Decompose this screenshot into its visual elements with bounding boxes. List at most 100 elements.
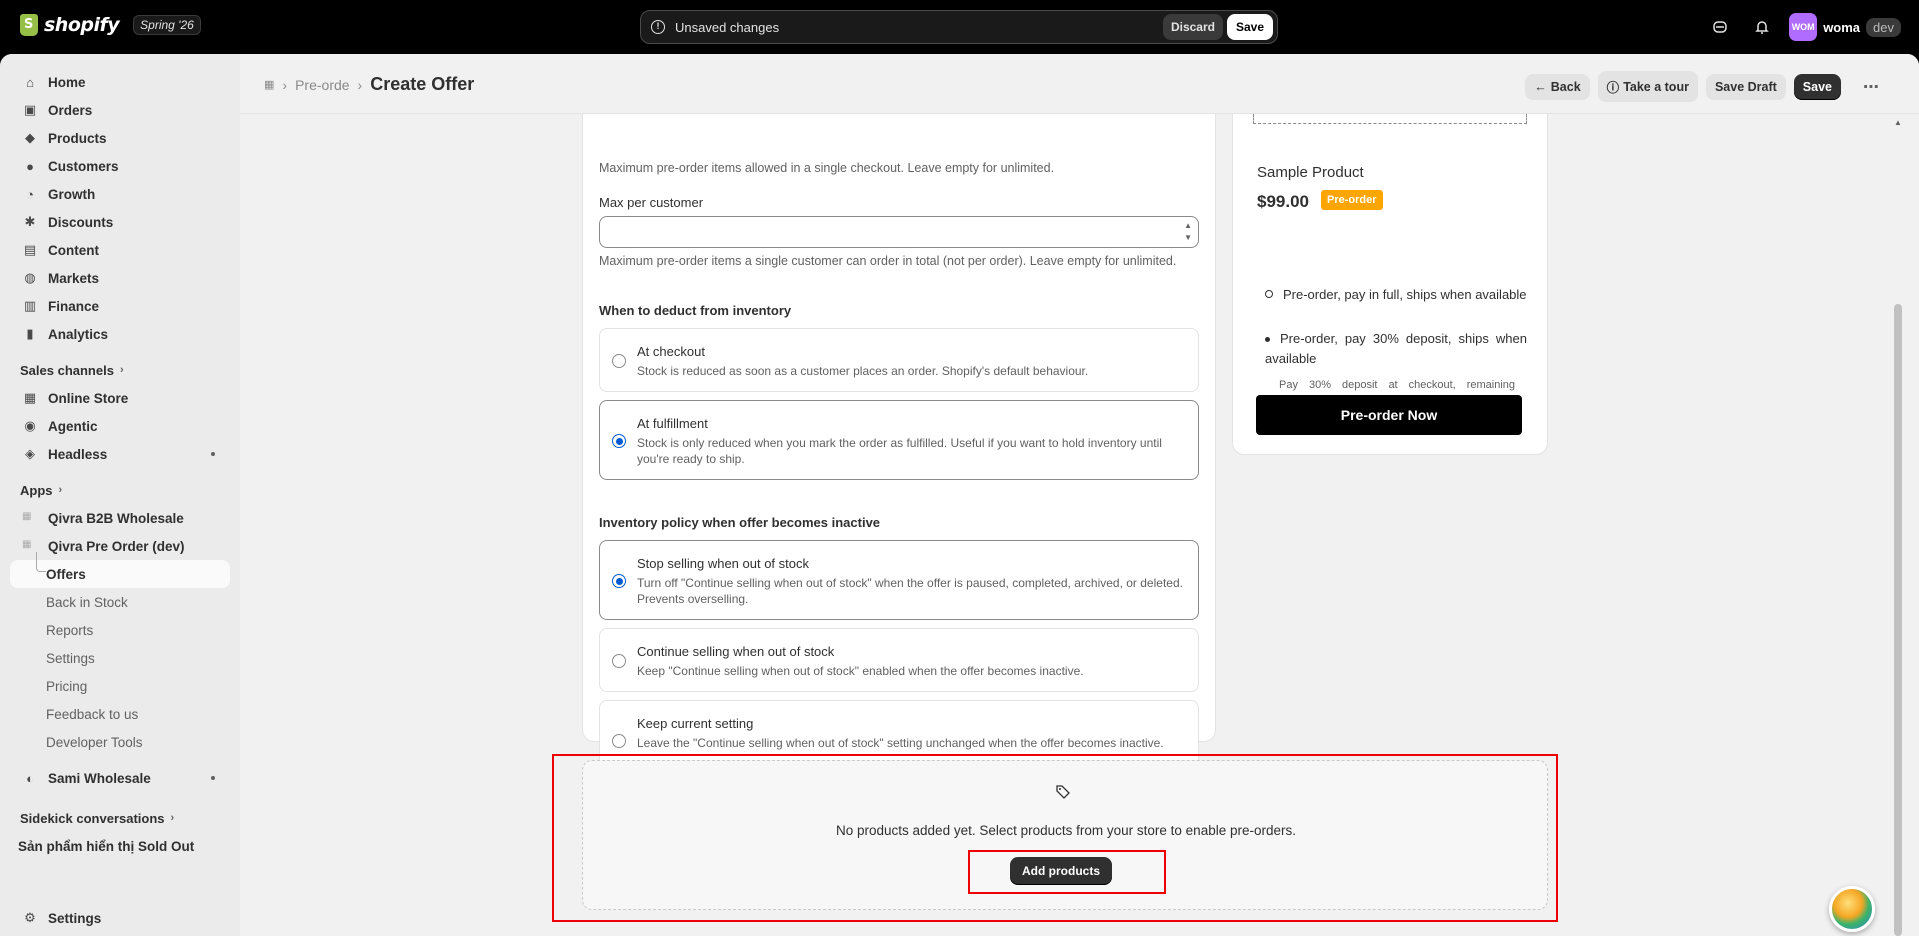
radio-stop-selling[interactable] <box>612 574 626 588</box>
store-menu[interactable]: WOM woma dev <box>1789 13 1901 41</box>
store-icon: ▦ <box>23 390 37 405</box>
discard-button[interactable]: Discard <box>1162 14 1223 40</box>
preview-option-deposit[interactable]: Pre-order, pay 30% deposit, ships when a… <box>1265 329 1527 369</box>
shopify-logo[interactable]: shopify Spring '26 <box>20 14 201 36</box>
gear-icon: ⚙ <box>24 910 36 925</box>
admin-main: ⌂ Home ▣ Orders ◆ Products ● Customers ◔ Grow… <box>0 54 1919 936</box>
radio-checkout[interactable] <box>612 354 626 368</box>
sidebar-item-agentic[interactable]: ◉ Agentic <box>0 412 240 440</box>
tag-icon <box>1056 785 1070 802</box>
sidebar-item-online-store[interactable]: ▦ Online Store <box>0 384 240 412</box>
radio-empty-icon <box>1265 290 1273 298</box>
chevron-right-icon: › <box>170 812 175 824</box>
preorder-badge: Pre-order <box>1321 190 1383 210</box>
sidebar-item-home[interactable]: ⌂ Home <box>0 68 240 96</box>
radio-fulfillment[interactable] <box>612 434 626 448</box>
shopify-bag-icon <box>20 14 38 36</box>
sidebar-item-content[interactable]: ▤ Content <box>0 236 240 264</box>
preview-option-full[interactable]: Pre-order, pay in full, ships when avail… <box>1265 285 1527 305</box>
sidebar-item-sami-wholesale[interactable]: ◐ Sami Wholesale <box>0 764 240 792</box>
sidebar-subitem-developer-tools[interactable]: Developer Tools <box>0 728 240 756</box>
app-icon: ◐ <box>26 770 34 786</box>
max-customer-helper: Maximum pre-order items a single custome… <box>599 254 1177 268</box>
sidebar-item-markets[interactable]: ◍ Markets <box>0 264 240 292</box>
save-draft-button[interactable]: Save Draft <box>1705 73 1786 100</box>
scroll-thumb[interactable] <box>1894 304 1902 936</box>
sales-channels-heading[interactable]: Sales channels › <box>0 356 240 384</box>
chevron-right-icon: › <box>119 364 124 376</box>
page-header: ▦ › Pre-orde › Create Offer ← Back ⓘ Take … <box>240 54 1919 114</box>
pin-dot <box>211 776 215 780</box>
scroll-up-arrow-icon[interactable]: ▲ <box>1894 118 1902 127</box>
sidebar-item-settings[interactable]: ⚙ Settings <box>0 904 101 932</box>
sidekick-conversation-item[interactable]: Sản phẩm hiển thị Sold Out <box>0 832 240 860</box>
sidekick-icon[interactable] <box>1705 12 1735 42</box>
content-icon: ▤ <box>23 242 37 257</box>
deduct-option-checkout[interactable]: At checkout Stock is reduced as soon as … <box>599 328 1199 392</box>
sidebar-item-qivra-b2b[interactable]: ▦ Qivra B2B Wholesale <box>0 504 240 532</box>
sidebar-subitem-reports[interactable]: Reports <box>0 616 240 644</box>
store-name: woma <box>1823 19 1861 35</box>
agentic-icon: ◉ <box>24 418 36 433</box>
max-customer-input[interactable]: ▲ ▼ <box>599 216 1199 248</box>
sidebar-subitem-settings[interactable]: Settings <box>0 644 240 672</box>
chevron-right-icon: › <box>58 484 63 496</box>
products-empty-state: No products added yet. Select products f… <box>582 760 1548 910</box>
radio-keep-current[interactable] <box>612 734 626 748</box>
avatar: WOM <box>1789 13 1818 41</box>
radio-continue-selling[interactable] <box>612 654 626 668</box>
sidebar-item-growth[interactable]: ◔ Growth <box>0 180 240 208</box>
add-products-button[interactable]: Add products <box>1010 857 1112 885</box>
sidebar-subitem-pricing[interactable]: Pricing <box>0 672 240 700</box>
inventory-policy-label: Inventory policy when offer becomes inac… <box>599 515 881 530</box>
radio-filled-icon <box>1265 337 1270 342</box>
preorder-now-button[interactable]: Pre-order Now <box>1256 395 1522 435</box>
apps-heading[interactable]: Apps › <box>0 476 240 504</box>
sidebar-item-customers[interactable]: ● Customers <box>0 152 240 180</box>
max-customer-label: Max per customer <box>599 195 704 210</box>
deduct-option-fulfillment[interactable]: At fulfillment Stock is only reduced whe… <box>599 400 1199 480</box>
app-icon: ▦ <box>22 511 32 522</box>
person-icon: ● <box>26 158 34 174</box>
edition-badge[interactable]: Spring '26 <box>133 15 201 35</box>
page-title: Create Offer <box>370 74 475 94</box>
sidebar: ⌂ Home ▣ Orders ◆ Products ● Customers ◔ Grow… <box>0 54 240 936</box>
sidebar-item-headless[interactable]: ◈ Headless <box>0 440 240 468</box>
scrollbar[interactable]: ▲ <box>1891 114 1905 936</box>
app-grid-icon[interactable]: ▦ <box>264 78 274 91</box>
more-actions-icon[interactable]: ⋯ <box>1857 77 1885 97</box>
tag-icon: ◆ <box>25 130 35 145</box>
sidebar-item-orders[interactable]: ▣ Orders <box>0 96 240 124</box>
preview-image-placeholder <box>1253 114 1527 124</box>
top-bar: shopify Spring '26 ! Unsaved changes Dis… <box>0 0 1919 54</box>
sidebar-subitem-back-in-stock[interactable]: Back in Stock <box>0 588 240 616</box>
save-button-top[interactable]: Save <box>1226 14 1273 40</box>
content-area: ▦ › Pre-orde › Create Offer ← Back ⓘ Take … <box>240 54 1919 936</box>
policy-option-continue-selling[interactable]: Continue selling when out of stock Keep … <box>599 628 1199 692</box>
deduct-inventory-label: When to deduct from inventory <box>599 303 792 318</box>
sidekick-avatar-button[interactable] <box>1829 886 1875 932</box>
save-button[interactable]: Save <box>1793 73 1841 100</box>
sidekick-conversations-heading[interactable]: Sidekick conversations › <box>0 804 240 832</box>
sidebar-subitem-feedback[interactable]: Feedback to us <box>0 700 240 728</box>
stepper-arrows-icon[interactable]: ▲ ▼ <box>1184 220 1192 244</box>
sidebar-item-finance[interactable]: ▥ Finance <box>0 292 240 320</box>
sidebar-item-products[interactable]: ◆ Products <box>0 124 240 152</box>
info-icon: ⓘ <box>1606 81 1620 95</box>
unsaved-changes-text: Unsaved changes <box>675 19 780 35</box>
policy-option-stop-selling[interactable]: Stop selling when out of stock Turn off … <box>599 540 1199 620</box>
breadcrumb-parent[interactable]: Pre-orde <box>295 77 349 93</box>
sidebar-subitem-offers[interactable]: Offers <box>10 552 230 588</box>
bell-icon[interactable] <box>1747 12 1777 42</box>
sidebar-item-analytics[interactable]: ▮ Analytics <box>0 320 240 348</box>
app-icon: ▦ <box>22 539 32 550</box>
growth-icon: ◔ <box>26 186 34 202</box>
max-checkout-helper: Maximum pre-order items allowed in a sin… <box>599 161 1055 175</box>
preview-product-name: Sample Product <box>1257 164 1364 181</box>
offer-settings-card: Maximum pre-order items allowed in a sin… <box>582 94 1216 780</box>
back-button[interactable]: ← Back <box>1525 73 1590 100</box>
unsaved-changes-bar: ! Unsaved changes Discard Save <box>640 10 1278 44</box>
tree-connector <box>36 552 46 572</box>
sidebar-item-discounts[interactable]: ✱ Discounts <box>0 208 240 236</box>
take-tour-button[interactable]: ⓘ Take a tour <box>1597 71 1698 102</box>
